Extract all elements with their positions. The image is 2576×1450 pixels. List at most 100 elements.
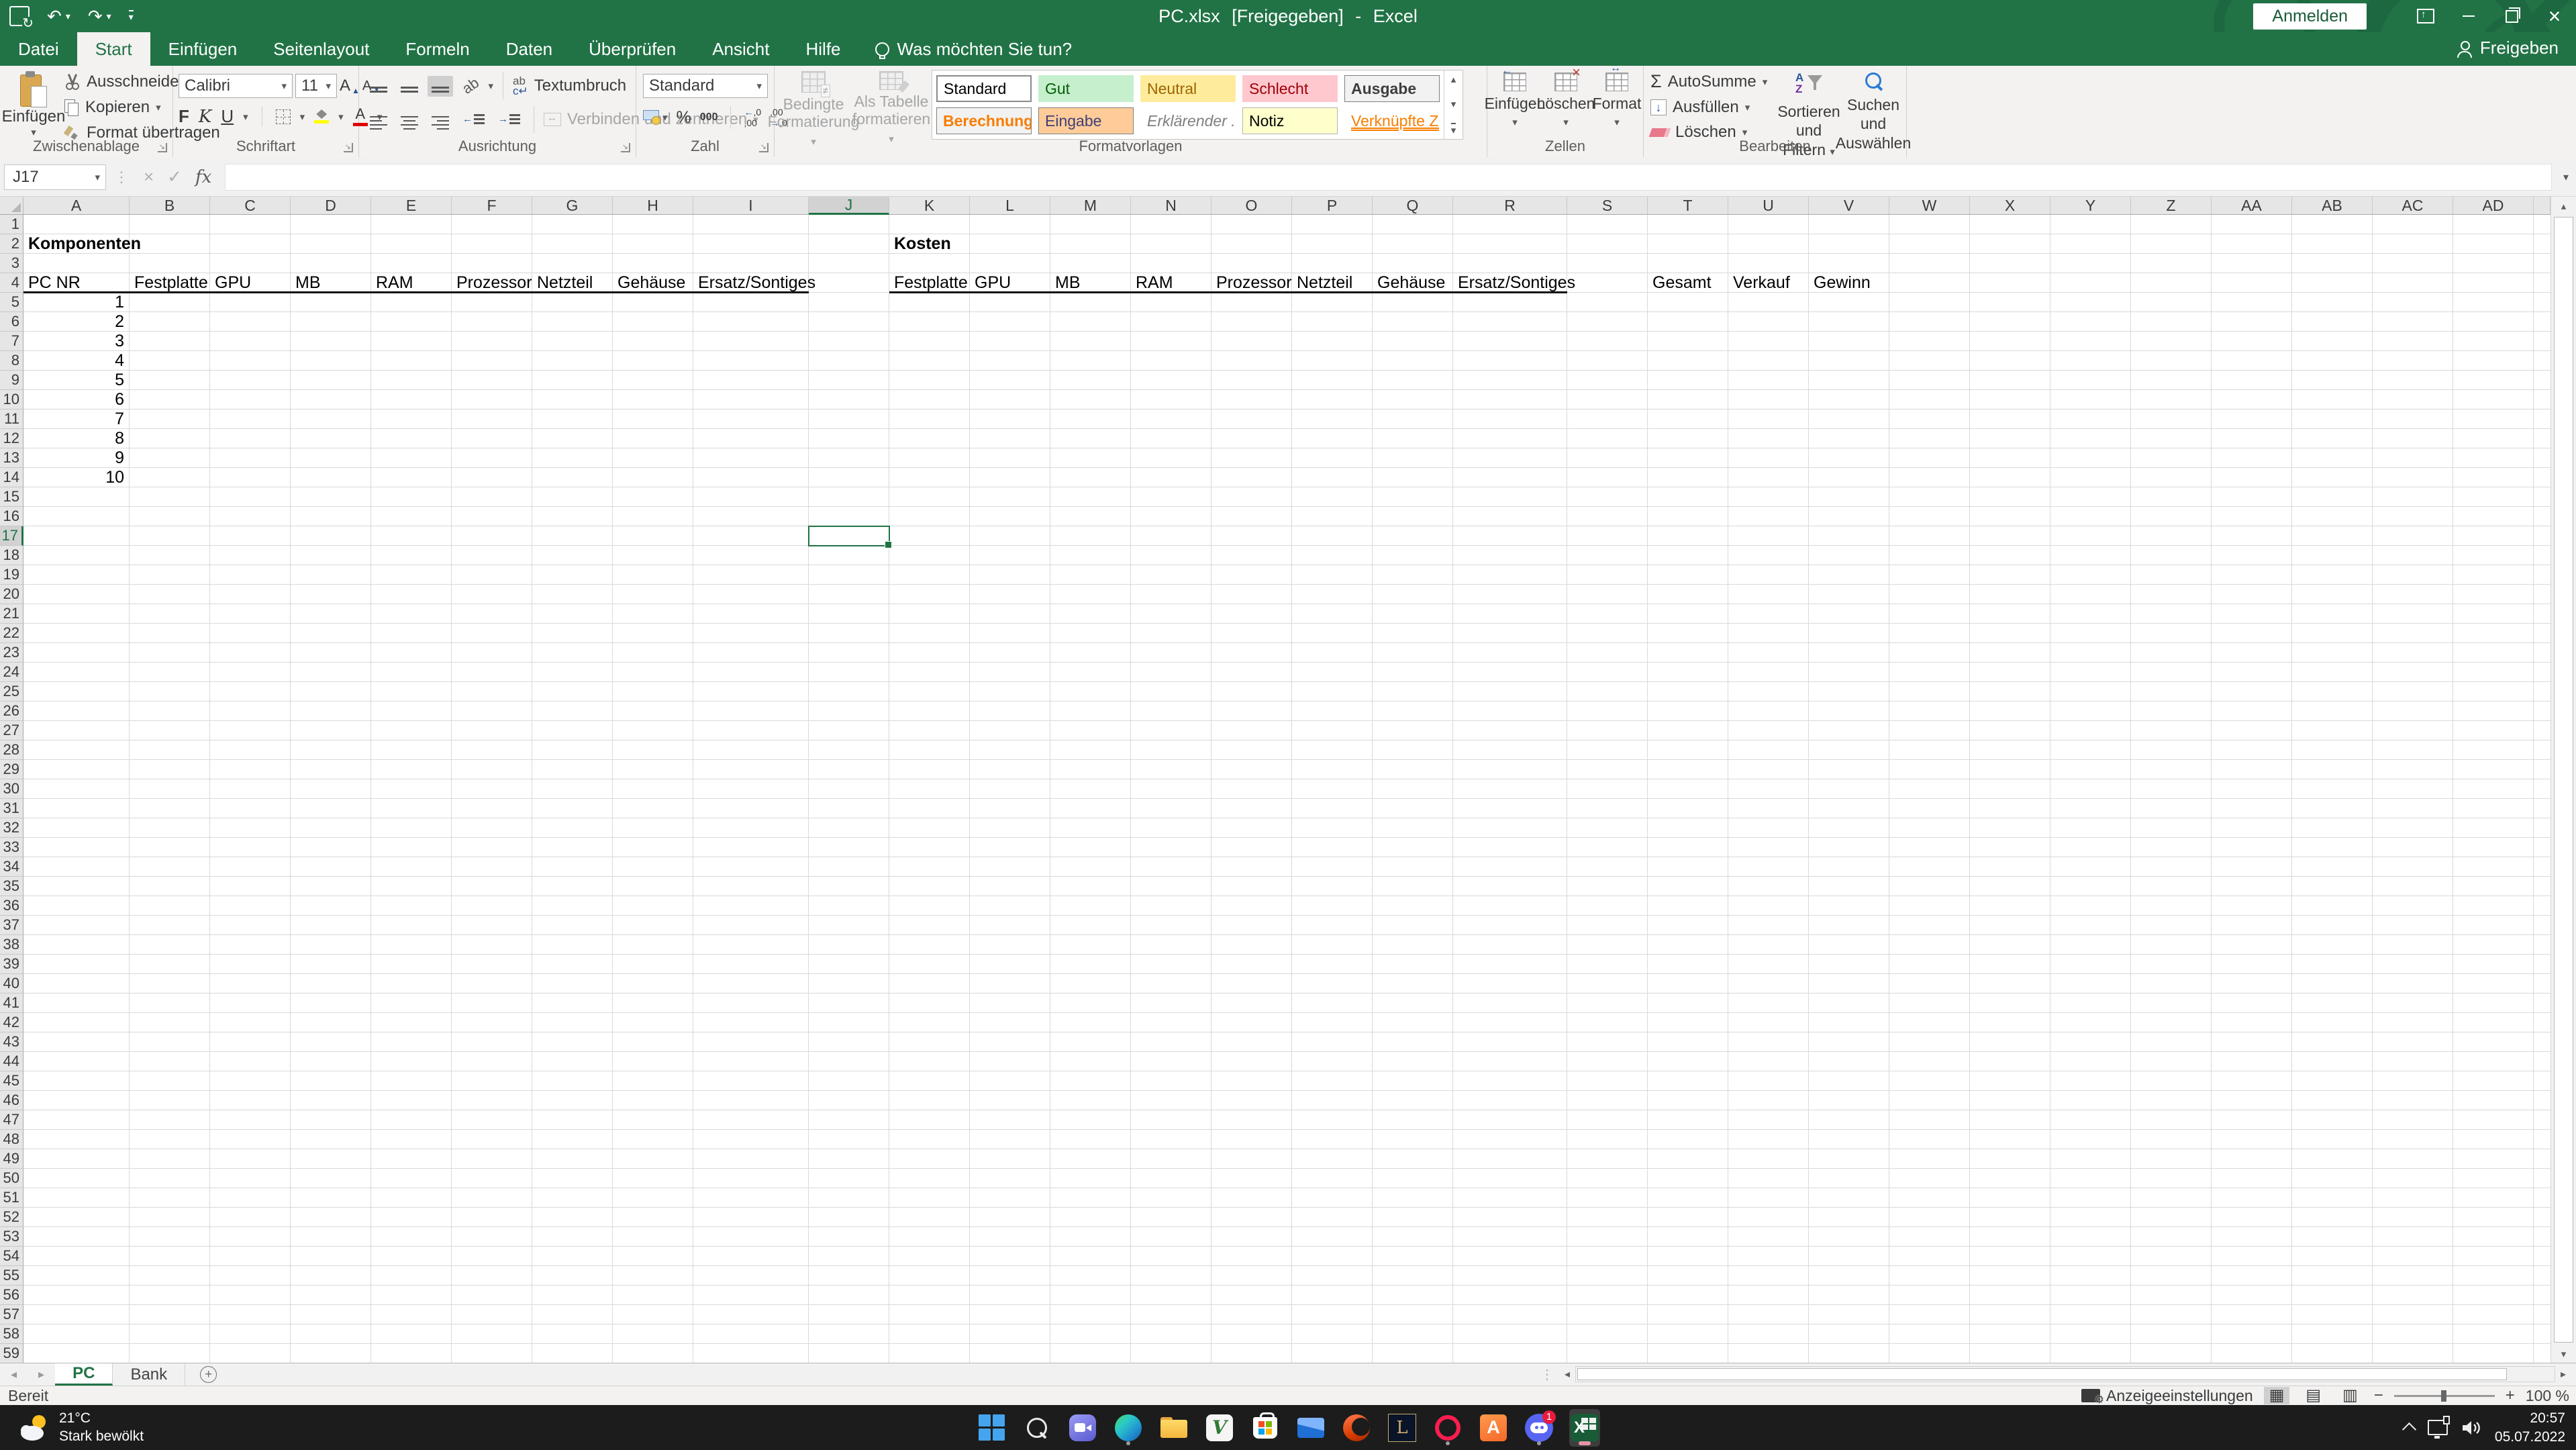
horizontal-scroll-thumb[interactable] (1577, 1368, 2507, 1380)
cell-G4[interactable]: Netzteil (532, 273, 593, 293)
col-header-I[interactable]: I (693, 197, 809, 215)
fill-button[interactable]: ↓Ausfüllen▾ (1650, 98, 1767, 117)
ribbon-tab-formeln[interactable]: Formeln (387, 32, 487, 66)
cell-A10[interactable]: 6 (23, 390, 130, 409)
row-header-10[interactable]: 10 (0, 390, 23, 409)
row-header-43[interactable]: 43 (0, 1032, 23, 1052)
col-header-N[interactable]: N (1131, 197, 1211, 215)
taskbar-app-excel-icon[interactable]: X (1569, 1409, 1600, 1447)
ribbon-tab-überprüfen[interactable]: Überprüfen (571, 32, 694, 66)
sheet-nav-left-icon[interactable]: ◂ (0, 1363, 28, 1386)
cell-F4[interactable]: Prozessor (452, 273, 532, 293)
col-header-D[interactable]: D (291, 197, 371, 215)
align-middle-icon[interactable] (397, 76, 422, 97)
vertical-scroll-thumb[interactable] (2554, 217, 2573, 1343)
ribbon-tab-hilfe[interactable]: Hilfe (787, 32, 858, 66)
thousands-icon[interactable]: 000 (700, 111, 718, 124)
col-header-Q[interactable]: Q (1373, 197, 1453, 215)
row-header-7[interactable]: 7 (0, 332, 23, 351)
orientation-icon[interactable]: ab (458, 73, 483, 99)
row-header-45[interactable]: 45 (0, 1071, 23, 1091)
col-header-X[interactable]: X (1970, 197, 2050, 215)
ribbon-tab-ansicht[interactable]: Ansicht (694, 32, 787, 66)
taskbar-app-discord-icon[interactable]: 1 (1524, 1409, 1554, 1447)
row-header-17[interactable]: 17 (0, 526, 23, 546)
redo-icon[interactable]: ↷ ▾ (88, 6, 111, 27)
row-header-53[interactable]: 53 (0, 1227, 23, 1247)
row-header-48[interactable]: 48 (0, 1130, 23, 1149)
bold-button[interactable]: F (179, 106, 189, 127)
row-header-41[interactable]: 41 (0, 994, 23, 1013)
row-header-46[interactable]: 46 (0, 1091, 23, 1110)
namebox-splitter[interactable]: ⋮ (114, 168, 129, 186)
col-header-W[interactable]: W (1889, 197, 1970, 215)
tell-me-box[interactable]: Was möchten Sie tun? (859, 32, 1089, 66)
italic-button[interactable]: K (199, 107, 211, 127)
cell-L4[interactable]: GPU (970, 273, 1011, 293)
row-header-57[interactable]: 57 (0, 1305, 23, 1324)
restore-button[interactable] (2490, 0, 2533, 32)
cell-A11[interactable]: 7 (23, 409, 130, 429)
name-box[interactable]: J17▾ (4, 164, 106, 190)
style-chip[interactable]: Neutral (1140, 75, 1236, 102)
cell-D4[interactable]: MB (291, 273, 321, 293)
clock[interactable]: 20:57 05.07.2022 (2495, 1409, 2565, 1446)
scroll-up-icon[interactable]: ▴ (2551, 197, 2576, 215)
taskbar-app-store-icon[interactable] (1250, 1409, 1281, 1447)
sign-in-button[interactable]: Anmelden (2253, 3, 2367, 30)
ribbon-tab-daten[interactable]: Daten (488, 32, 571, 66)
row-header-14[interactable]: 14 (0, 468, 23, 487)
zoom-slider[interactable] (2394, 1395, 2495, 1397)
taskbar-app-start-icon[interactable] (976, 1409, 1007, 1447)
row-header-29[interactable]: 29 (0, 760, 23, 779)
row-header-5[interactable]: 5 (0, 293, 23, 312)
zoom-in-icon[interactable]: + (2506, 1386, 2515, 1405)
cell-C4[interactable]: GPU (210, 273, 251, 293)
style-chip[interactable]: Erklärender ... (1140, 107, 1236, 134)
taskbar-app-explorer-icon[interactable] (1158, 1409, 1189, 1447)
row-header-38[interactable]: 38 (0, 935, 23, 955)
alignment-dialog-launcher-icon[interactable] (621, 143, 630, 152)
col-header-M[interactable]: M (1050, 197, 1131, 215)
sheet-tab-pc[interactable]: PC (55, 1363, 113, 1386)
increase-indent-icon[interactable]: → (494, 109, 524, 129)
row-header-22[interactable]: 22 (0, 624, 23, 643)
col-header-AD[interactable]: AD (2453, 197, 2534, 215)
font-dialog-launcher-icon[interactable] (344, 143, 353, 152)
col-header-K[interactable]: K (889, 197, 970, 215)
tray-expand-icon[interactable] (2402, 1422, 2416, 1436)
row-header-34[interactable]: 34 (0, 857, 23, 877)
align-right-icon[interactable] (428, 105, 453, 134)
font-name-select[interactable]: Calibri▾ (179, 74, 293, 98)
style-chip[interactable]: Standard (936, 75, 1032, 102)
style-chip[interactable]: Notiz (1242, 107, 1338, 134)
add-sheet-button[interactable]: + (200, 1363, 217, 1386)
cell-Q4[interactable]: Gehäuse (1373, 273, 1445, 293)
hscroll-splitter[interactable]: ⋮ (1540, 1366, 1554, 1383)
cell-V4[interactable]: Gewinn (1809, 273, 1871, 293)
cell-A5[interactable]: 1 (23, 293, 130, 312)
format-as-table-button[interactable]: Als Tabelleformatieren ▾ (854, 71, 929, 146)
row-header-19[interactable]: 19 (0, 565, 23, 585)
cell-K2[interactable]: Kosten (889, 234, 951, 254)
col-header-Z[interactable]: Z (2131, 197, 2212, 215)
ribbon-tab-einfügen[interactable]: Einfügen (150, 32, 256, 66)
col-header-F[interactable]: F (452, 197, 532, 215)
select-all-corner[interactable] (0, 197, 23, 215)
col-header-T[interactable]: T (1648, 197, 1728, 215)
wrap-text-button[interactable]: abc↵Textumbruch (513, 76, 626, 97)
row-header-50[interactable]: 50 (0, 1169, 23, 1188)
row-header-23[interactable]: 23 (0, 643, 23, 663)
increase-decimal-icon[interactable]: ←,0,00 (744, 107, 761, 128)
taskbar-app-gta-v-icon[interactable]: V (1204, 1409, 1235, 1447)
decrease-indent-icon[interactable]: ← (458, 109, 489, 129)
col-header-Y[interactable]: Y (2050, 197, 2131, 215)
row-header-9[interactable]: 9 (0, 371, 23, 390)
undo-icon[interactable]: ↶ ▾ (47, 6, 70, 27)
clipboard-dialog-launcher-icon[interactable] (158, 143, 167, 152)
cell-A14[interactable]: 10 (23, 468, 130, 487)
col-header-A[interactable]: A (23, 197, 130, 215)
cell-O4[interactable]: Prozessor (1211, 273, 1292, 293)
weather-widget[interactable]: 21°C Stark bewölkt (17, 1405, 144, 1450)
taskbar-app-mail-icon[interactable] (1295, 1409, 1326, 1447)
